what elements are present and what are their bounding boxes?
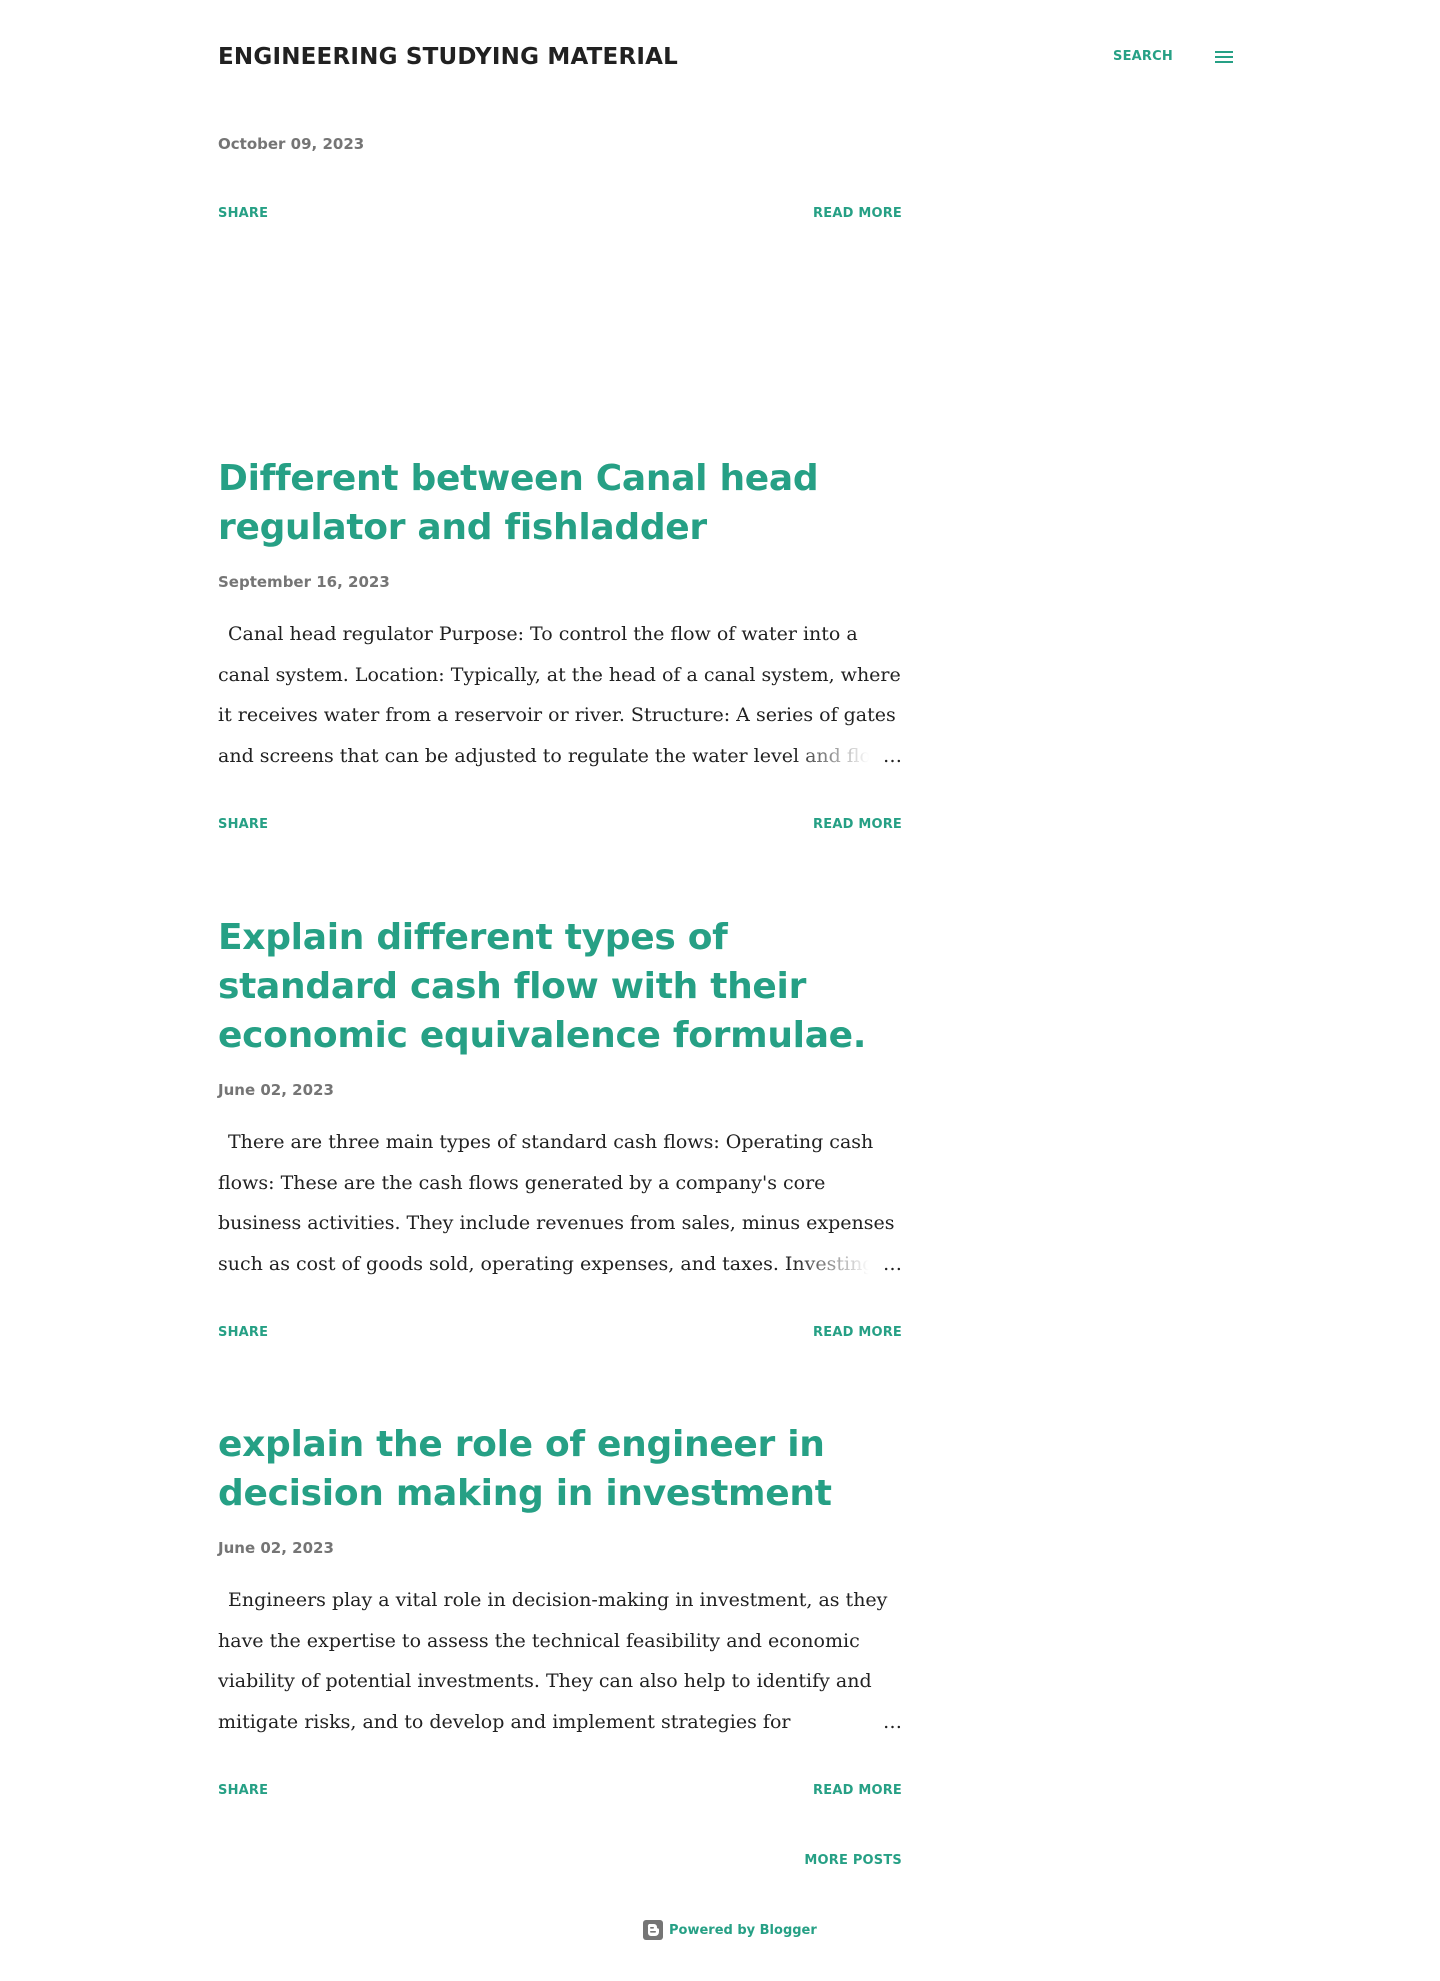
post-snippet: Engineers play a vital role in decision-… — [218, 1580, 902, 1742]
post-card: explain the role of engineer in decision… — [218, 1420, 902, 1802]
post-date: June 02, 2023 — [218, 1539, 334, 1557]
post-title[interactable]: Explain different types of standard cash… — [218, 913, 902, 1060]
post-date: October 09, 2023 — [218, 135, 365, 153]
post-actions: SHARE READ MORE — [218, 1322, 902, 1344]
hamburger-menu-icon — [1215, 51, 1233, 63]
snippet-ellipsis: … — [881, 1702, 902, 1742]
post-title[interactable]: Different between Canal head regulator a… — [218, 454, 902, 552]
menu-button[interactable] — [1212, 45, 1236, 69]
share-button[interactable]: SHARE — [218, 814, 268, 836]
post-actions: SHARE READ MORE — [218, 203, 902, 225]
post-title[interactable]: explain the role of engineer in decision… — [218, 1420, 902, 1518]
post-card: Explain different types of standard cash… — [218, 913, 902, 1344]
blog-title[interactable]: ENGINEERING STUDYING MATERIAL — [218, 40, 678, 74]
share-button[interactable]: SHARE — [218, 1322, 268, 1344]
blogger-icon — [643, 1920, 663, 1940]
snippet-ellipsis: … — [881, 736, 902, 776]
post-actions: SHARE READ MORE — [218, 1780, 902, 1802]
more-posts-link[interactable]: MORE POSTS — [804, 1850, 902, 1872]
post-snippet: Canal head regulator Purpose: To control… — [218, 614, 902, 776]
post-date: June 02, 2023 — [218, 1081, 334, 1099]
read-more-link[interactable]: READ MORE — [813, 1780, 902, 1802]
post-snippet: There are three main types of standard c… — [218, 1122, 902, 1284]
post-card: October 09, 2023 SHARE READ MORE — [218, 134, 902, 225]
powered-by-label: Powered by Blogger — [669, 1922, 817, 1938]
powered-by-blogger[interactable]: Powered by Blogger — [643, 1918, 817, 1942]
read-more-link[interactable]: READ MORE — [813, 1322, 902, 1344]
post-card: Different between Canal head regulator a… — [218, 454, 902, 836]
read-more-link[interactable]: READ MORE — [813, 814, 902, 836]
post-date: September 16, 2023 — [218, 573, 390, 591]
post-actions: SHARE READ MORE — [218, 814, 902, 836]
share-button[interactable]: SHARE — [218, 1780, 268, 1802]
search-button[interactable]: SEARCH — [1113, 40, 1173, 74]
share-button[interactable]: SHARE — [218, 203, 268, 225]
snippet-ellipsis: … — [881, 1244, 902, 1284]
blog-header: ENGINEERING STUDYING MATERIAL SEARCH — [218, 40, 1236, 74]
read-more-link[interactable]: READ MORE — [813, 203, 902, 225]
